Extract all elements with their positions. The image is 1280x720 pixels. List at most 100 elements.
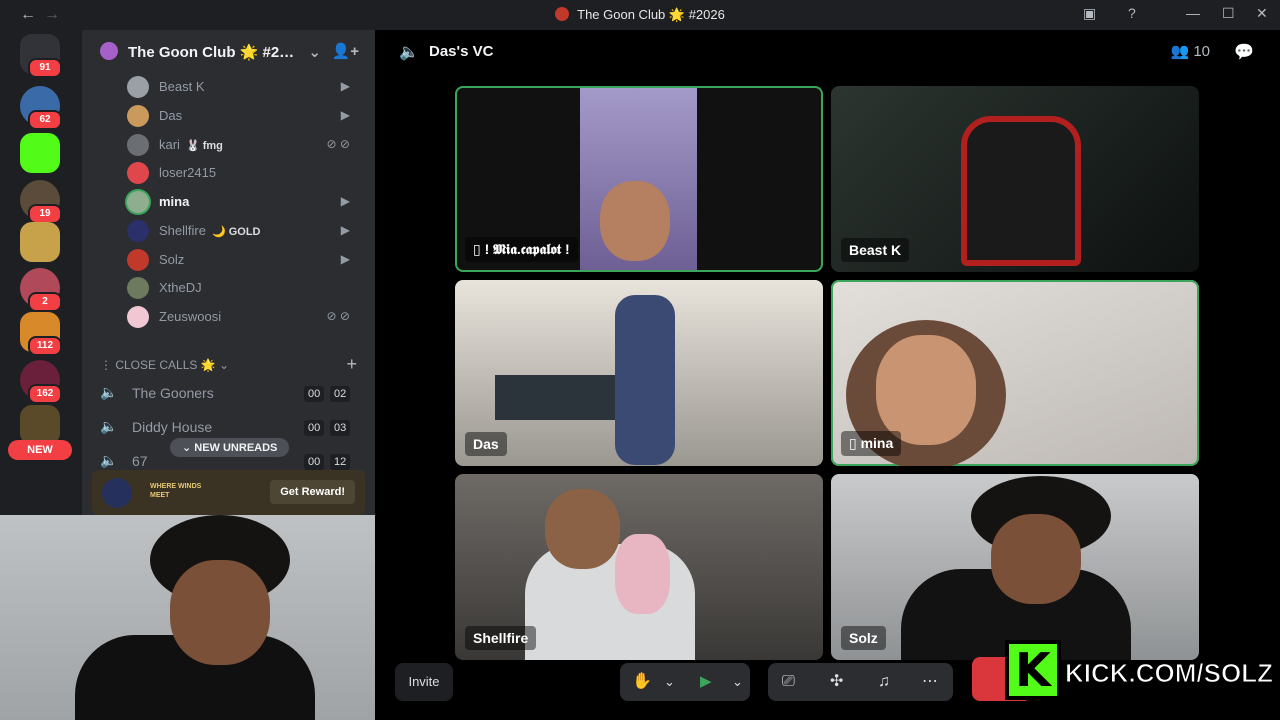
- unread-badge: 19: [28, 204, 62, 224]
- tile-baby: [615, 534, 670, 614]
- kick-logo-icon: K: [1005, 640, 1061, 700]
- member-loser2415[interactable]: loser2415: [127, 161, 362, 185]
- server-icon-5[interactable]: 2: [20, 268, 62, 312]
- chevron-down-icon: ⌄: [308, 44, 321, 61]
- member-name: Solz: [159, 252, 185, 267]
- unread-badge: 62: [28, 110, 62, 130]
- server-icon-3[interactable]: 19: [20, 180, 62, 224]
- direct-messages-button[interactable]: 91: [20, 34, 62, 78]
- voice-channel-the-gooners[interactable]: 🔈 The Gooners 00 02: [100, 381, 360, 407]
- tile-face: [545, 489, 620, 569]
- new-unreads-pill[interactable]: ⌄ NEW UNREADS: [170, 438, 290, 457]
- video-tile-solz[interactable]: Solz: [831, 474, 1199, 660]
- voice-channel-name: Diddy House: [132, 419, 213, 435]
- video-tile-das[interactable]: Das: [455, 280, 823, 466]
- muted-deafened-icon: ⊘ ⊘: [326, 137, 350, 151]
- server-name: The Goon Club 🌟 #2…: [128, 44, 295, 61]
- avatar: [127, 162, 149, 184]
- tile-label: Solz: [841, 626, 886, 650]
- video-icon: ▶: [340, 194, 350, 208]
- webcam-face: [170, 560, 270, 665]
- participant-count[interactable]: 👥 10: [1170, 42, 1210, 60]
- member-beast-k[interactable]: Beast K ▶: [127, 75, 362, 99]
- member-mina[interactable]: mina ▶: [127, 190, 362, 214]
- kick-url-text: KICK.COM/SOLZ: [1065, 658, 1274, 689]
- speaker-icon: 🔈: [100, 418, 118, 434]
- close-button[interactable]: ✕: [1256, 5, 1268, 22]
- quest-icon: [102, 478, 132, 508]
- member-shellfire[interactable]: Shellfire 🌙 GOLD ▶: [127, 219, 362, 243]
- tile-face: [991, 514, 1081, 604]
- voice-channel-name: The Gooners: [132, 385, 214, 401]
- camera-options-chevron-icon[interactable]: ⌄: [732, 663, 743, 701]
- new-servers-pill[interactable]: NEW: [8, 440, 72, 460]
- voice-call-area: 🔈 Das's VC 👥 10 💬 ▯ ! 𝕸𝖎𝖆.𝖈𝖆𝖕𝖆𝖑𝖔𝖙 ! Beas…: [375, 30, 1280, 720]
- tile-label: Shellfire: [465, 626, 537, 650]
- soundboard-icon[interactable]: ♫: [878, 663, 890, 701]
- server-icon-east-sider[interactable]: [20, 405, 60, 445]
- invite-button[interactable]: Invite: [395, 663, 453, 701]
- video-icon: ▶: [340, 79, 350, 93]
- member-name: XtheDJ: [159, 280, 202, 295]
- mic-camera-controls: ✋ ⌄ ▶ ⌄: [620, 663, 750, 701]
- unread-badge: 112: [28, 336, 62, 356]
- call-header: 🔈 Das's VC 👥 10 💬: [375, 30, 1280, 74]
- server-header[interactable]: The Goon Club 🌟 #2… ⌄ 👤+: [82, 30, 375, 74]
- member-das[interactable]: Das ▶: [127, 104, 362, 128]
- invite-people-icon[interactable]: 👤+: [332, 42, 359, 60]
- chat-bubble-icon[interactable]: 💬: [1234, 42, 1254, 62]
- window-title-text: The Goon Club 🌟 #2026: [577, 7, 725, 22]
- add-channel-icon[interactable]: +: [346, 354, 357, 375]
- avatar: [127, 249, 149, 271]
- member-tag: 🌙 GOLD: [211, 226, 261, 238]
- tile-label: ▯ ! 𝕸𝖎𝖆.𝖈𝖆𝖕𝖆𝖑𝖔𝖙 !: [465, 237, 578, 262]
- category-close-calls[interactable]: ⋮ CLOSE CALLS 🌟 ⌄: [100, 358, 229, 372]
- tile-face: [600, 181, 670, 261]
- video-tile-mia[interactable]: ▯ ! 𝕸𝖎𝖆.𝖈𝖆𝖕𝖆𝖑𝖔𝖙 !: [455, 86, 823, 272]
- speaker-icon: 🔈: [100, 452, 118, 468]
- maximize-button[interactable]: ☐: [1222, 5, 1235, 22]
- channel-limit: 03: [330, 420, 351, 436]
- server-icon-kick[interactable]: [20, 133, 60, 173]
- member-tag: 🐰 fmg: [185, 140, 223, 152]
- screen-share-icon[interactable]: ⎚: [782, 663, 795, 701]
- video-tile-mina[interactable]: ▯ mina: [831, 280, 1199, 466]
- tile-person: [615, 295, 675, 465]
- member-xthedj[interactable]: XtheDJ: [127, 276, 362, 300]
- mic-options-chevron-icon[interactable]: ⌄: [664, 663, 675, 701]
- video-icon: ▶: [340, 108, 350, 122]
- more-options-icon[interactable]: ⋯: [922, 663, 938, 701]
- video-icon: ▶: [340, 252, 350, 266]
- participant-count-value: 10: [1193, 43, 1210, 60]
- help-icon[interactable]: ?: [1128, 5, 1136, 21]
- member-name: Zeuswoosi: [159, 309, 222, 324]
- call-actions: ⎚ ✣ ♫ ⋯: [768, 663, 953, 701]
- server-icon-6[interactable]: 112: [20, 312, 62, 356]
- get-reward-button[interactable]: Get Reward!: [270, 480, 355, 504]
- server-icon-7[interactable]: 162: [20, 360, 62, 404]
- channel-limit: 12: [330, 454, 351, 470]
- member-solz[interactable]: Solz ▶: [127, 248, 362, 272]
- activities-icon[interactable]: ✣: [830, 663, 843, 701]
- member-name: mina: [159, 194, 190, 209]
- channel-count: 00: [304, 454, 325, 470]
- member-zeuswoosi[interactable]: Zeuswoosi ⊘ ⊘: [127, 305, 362, 329]
- title-bar: ← → The Goon Club 🌟 #2026 ▣ ? — ☐ ✕: [0, 0, 1280, 30]
- unread-badge: 2: [28, 292, 62, 312]
- server-icon-story[interactable]: [20, 222, 60, 262]
- camera-icon[interactable]: ▶: [700, 663, 712, 701]
- tile-label: Das: [465, 432, 507, 456]
- member-kari[interactable]: kari 🐰 fmg ⊘ ⊘: [127, 133, 362, 157]
- channel-count: 00: [304, 420, 325, 436]
- kick-stream-overlay: K KICK.COM/SOLZ: [1005, 640, 1275, 706]
- avatar: [127, 76, 149, 98]
- call-channel-name: Das's VC: [429, 43, 494, 60]
- video-tile-beast-k[interactable]: Beast K: [831, 86, 1199, 272]
- video-tile-shellfire[interactable]: Shellfire: [455, 474, 823, 660]
- avatar: [127, 306, 149, 328]
- minimize-button[interactable]: —: [1186, 5, 1200, 21]
- inbox-icon[interactable]: ▣: [1083, 5, 1096, 22]
- server-icon-streets[interactable]: 62: [20, 86, 62, 130]
- channel-sidebar: The Goon Club 🌟 #2… ⌄ 👤+ Beast K ▶ Das ▶…: [82, 30, 375, 515]
- push-to-talk-icon[interactable]: ✋: [632, 663, 652, 701]
